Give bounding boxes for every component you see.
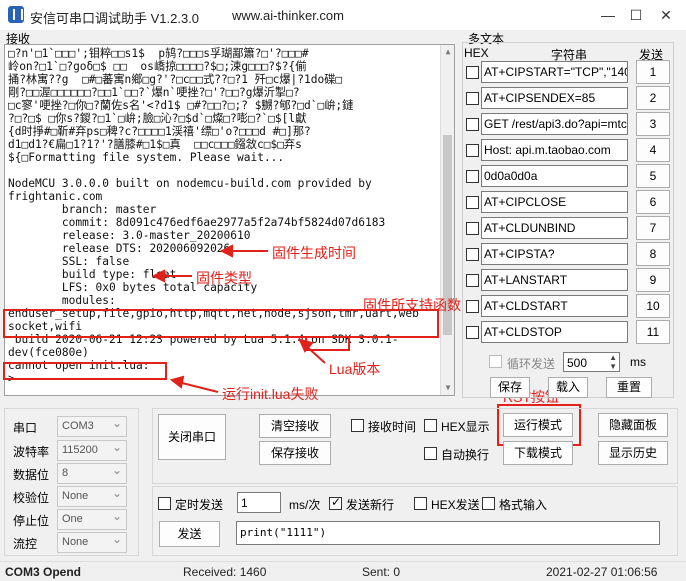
row-string-input[interactable]: AT+CIPSENDEX=85 xyxy=(481,87,628,109)
period-unit-label: ms/次 xyxy=(289,498,321,512)
download-mode-button[interactable]: 下载模式 xyxy=(503,441,573,465)
data-bits-select[interactable]: 8 xyxy=(57,463,127,484)
row-string-input[interactable]: AT+CIPSTART="TCP","140 xyxy=(481,61,628,83)
row-string-input[interactable]: AT+CIPSTA? xyxy=(481,243,628,265)
show-history-button[interactable]: 显示历史 xyxy=(598,441,668,465)
row-send-button[interactable]: 11 xyxy=(636,320,670,344)
row-send-button[interactable]: 2 xyxy=(636,86,670,110)
baud-label: 波特率 xyxy=(13,445,50,459)
status-datetime: 2021-02-27 01:06:56 xyxy=(546,565,658,579)
format-input-label: 格式输入 xyxy=(499,498,548,512)
row-string-input[interactable]: GET /rest/api3.do?api=mtc xyxy=(481,113,628,135)
row-hex-checkbox[interactable] xyxy=(466,144,479,157)
row-hex-checkbox[interactable] xyxy=(466,326,479,339)
row-string-input[interactable]: AT+CLDSTOP xyxy=(481,321,628,343)
receive-time-checkbox[interactable] xyxy=(351,419,364,432)
format-input-checkbox[interactable] xyxy=(482,497,495,510)
hex-display-checkbox[interactable] xyxy=(424,419,437,432)
row-string-input[interactable]: AT+CLDUNBIND xyxy=(481,217,628,239)
stop-bits-label: 停止位 xyxy=(13,514,50,528)
run-mode-button[interactable]: 运行模式 xyxy=(503,413,573,437)
port-label: 串口 xyxy=(13,421,38,435)
loop-send-checkbox[interactable] xyxy=(489,355,502,368)
save-button[interactable]: 保存 xyxy=(490,377,530,398)
send-button[interactable]: 发送 xyxy=(159,521,220,547)
timed-send-label: 定时发送 xyxy=(175,498,224,512)
status-sent: Sent: 0 xyxy=(362,565,401,579)
baud-select[interactable]: 115200 xyxy=(57,440,127,461)
load-button[interactable]: 载入 xyxy=(548,377,588,398)
multi-text-row: AT+CIPSTA? 8 xyxy=(465,242,675,266)
row-send-button[interactable]: 1 xyxy=(636,60,670,84)
row-send-button[interactable]: 6 xyxy=(636,190,670,214)
multi-text-row: AT+CLDUNBIND 7 xyxy=(465,216,675,240)
multi-text-row: AT+CLDSTOP 11 xyxy=(465,320,675,344)
send-text-input[interactable]: print("1111") xyxy=(236,521,660,545)
multi-text-row: AT+CLDSTART 10 xyxy=(465,294,675,318)
hide-panel-button[interactable]: 隐藏面板 xyxy=(598,413,668,437)
row-hex-checkbox[interactable] xyxy=(466,118,479,131)
status-bar: COM3 Opend Received: 1460 Sent: 0 2021-0… xyxy=(0,561,686,581)
auto-wrap-label: 自动换行 xyxy=(441,448,490,462)
multi-text-row: Host: api.m.taobao.com 4 xyxy=(465,138,675,162)
status-port: COM3 Opend xyxy=(5,565,82,579)
row-send-button[interactable]: 8 xyxy=(636,242,670,266)
data-bits-label: 数据位 xyxy=(13,468,50,482)
row-string-input[interactable]: AT+CLDSTART xyxy=(481,295,628,317)
loop-ms-label: ms xyxy=(630,355,646,369)
row-hex-checkbox[interactable] xyxy=(466,274,479,287)
row-hex-checkbox[interactable] xyxy=(466,92,479,105)
row-hex-checkbox[interactable] xyxy=(466,66,479,79)
parity-label: 校验位 xyxy=(13,491,50,505)
row-send-button[interactable]: 9 xyxy=(636,268,670,292)
stop-bits-select[interactable]: One xyxy=(57,509,127,530)
row-string-input[interactable]: AT+LANSTART xyxy=(481,269,628,291)
multi-text-row: AT+CIPCLOSE 6 xyxy=(465,190,675,214)
row-hex-checkbox[interactable] xyxy=(466,300,479,313)
row-hex-checkbox[interactable] xyxy=(466,222,479,235)
row-hex-checkbox[interactable] xyxy=(466,170,479,183)
row-string-input[interactable]: AT+CIPCLOSE xyxy=(481,191,628,213)
row-send-button[interactable]: 10 xyxy=(636,294,670,318)
row-send-button[interactable]: 7 xyxy=(636,216,670,240)
multi-text-row: AT+CIPSENDEX=85 2 xyxy=(465,86,675,110)
parity-select[interactable]: None xyxy=(57,486,127,507)
period-input[interactable]: 1 xyxy=(237,492,281,513)
auto-wrap-checkbox[interactable] xyxy=(424,447,437,460)
loop-send-label: 循环发送 xyxy=(507,357,556,371)
row-string-input[interactable]: Host: api.m.taobao.com xyxy=(481,139,628,161)
hex-display-label: HEX显示 xyxy=(441,420,490,434)
multi-text-row: AT+CIPSTART="TCP","140 1 xyxy=(465,60,675,84)
loop-interval-input[interactable]: 500 ▲ ▼ xyxy=(563,352,620,372)
row-string-input[interactable]: 0d0a0d0a xyxy=(481,165,628,187)
clear-receive-button[interactable]: 清空接收 xyxy=(259,414,331,438)
row-send-button[interactable]: 4 xyxy=(636,138,670,162)
save-receive-button[interactable]: 保存接收 xyxy=(259,441,331,465)
row-send-button[interactable]: 3 xyxy=(636,112,670,136)
receive-time-label: 接收时间 xyxy=(368,420,417,434)
reset-button[interactable]: 重置 xyxy=(606,377,652,398)
hex-column-header: HEX xyxy=(464,46,489,60)
multi-text-row: 0d0a0d0a 5 xyxy=(465,164,675,188)
row-hex-checkbox[interactable] xyxy=(466,248,479,261)
multi-text-row: AT+LANSTART 9 xyxy=(465,268,675,292)
send-newline-label: 发送新行 xyxy=(346,498,395,512)
spinner-icon[interactable]: ▲ ▼ xyxy=(609,353,617,371)
status-received: Received: 1460 xyxy=(183,565,267,579)
timed-send-checkbox[interactable] xyxy=(158,497,171,510)
multi-text-row: GET /rest/api3.do?api=mtc 3 xyxy=(465,112,675,136)
send-newline-checkbox[interactable] xyxy=(329,495,342,510)
flow-control-label: 流控 xyxy=(13,537,38,551)
hex-send-label: HEX发送 xyxy=(431,498,480,512)
row-send-button[interactable]: 5 xyxy=(636,164,670,188)
hex-send-checkbox[interactable] xyxy=(414,497,427,510)
port-select[interactable]: COM3 xyxy=(57,416,127,437)
flow-control-select[interactable]: None xyxy=(57,532,127,553)
row-hex-checkbox[interactable] xyxy=(466,196,479,209)
close-port-button[interactable]: 关闭串口 xyxy=(158,414,226,460)
